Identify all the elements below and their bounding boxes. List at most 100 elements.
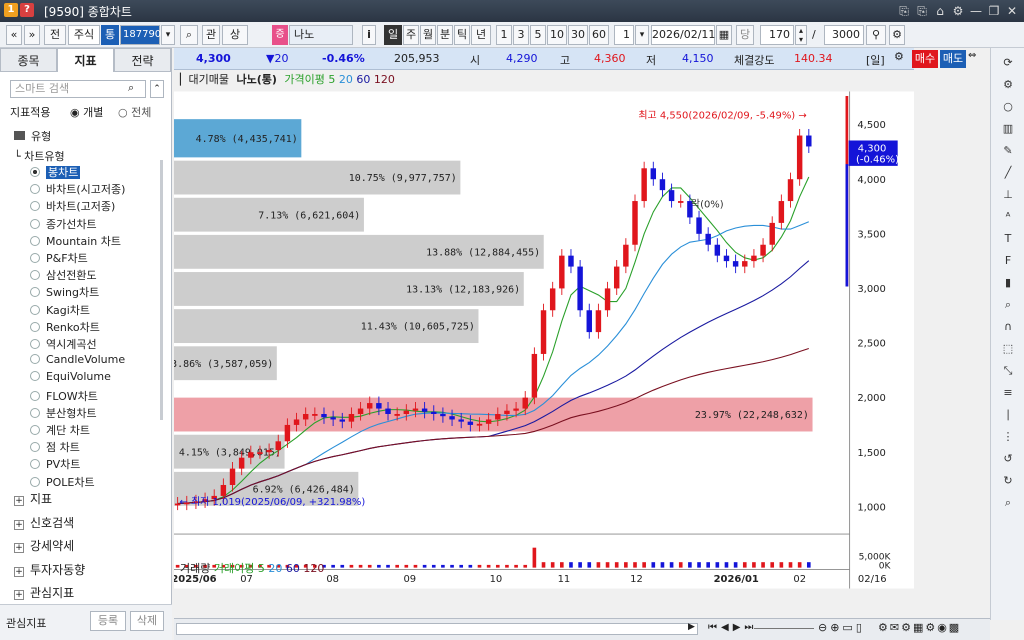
indicator-group-item[interactable]: + 강세약세 (14, 537, 74, 554)
chart-type-option[interactable]: 역시계곡선 (30, 336, 97, 352)
period-year[interactable]: 년 (471, 25, 491, 45)
grid-icon[interactable]: ⋮ (999, 428, 1017, 446)
tab-indicators[interactable]: 지표 (57, 48, 114, 72)
search-icon[interactable]: ⌕ (180, 25, 198, 45)
zoom-icon[interactable]: ⚲ (866, 25, 886, 45)
expand-icon[interactable]: ⇔ (968, 50, 976, 61)
calendar-icon[interactable]: ▦ (716, 25, 732, 45)
indicator-group-item[interactable]: + 관심지표 (14, 584, 74, 601)
chart-type-header[interactable]: └ 차트유형 (14, 148, 65, 164)
chart-type-option[interactable]: FLOW차트 (30, 388, 98, 404)
total-input[interactable]: 3000 (824, 25, 864, 45)
interval-10[interactable]: 10 (547, 25, 567, 45)
chart-type-option[interactable]: 분산형차트 (30, 405, 97, 421)
chart-type-option[interactable]: Kagi차트 (30, 302, 90, 318)
playback-controls[interactable]: ⏮◀▶⏭ (708, 622, 757, 633)
chart-type-option[interactable]: 삼선전환도 (30, 267, 97, 283)
stock-code-input[interactable]: 187790 (120, 25, 161, 45)
strip-settings-icon[interactable]: ⚙ (894, 50, 904, 63)
period-minute[interactable]: 분 (437, 25, 453, 45)
chart-type-option[interactable]: Mountain 차트 (30, 233, 121, 249)
interval-5[interactable]: 5 (530, 25, 546, 45)
list-scrollbar[interactable] (160, 160, 163, 420)
refresh-icon[interactable]: ⟳ (999, 54, 1017, 72)
chart-type-option[interactable]: Renko차트 (30, 319, 100, 335)
chart-type-option[interactable]: 계단 차트 (30, 422, 90, 438)
magnet-icon[interactable]: ∩ (999, 318, 1017, 336)
interval-3[interactable]: 3 (513, 25, 529, 45)
chart-icon[interactable]: ▥ (999, 120, 1017, 138)
select-icon[interactable]: ⬚ (999, 340, 1017, 358)
watch-button[interactable]: 관 (202, 25, 220, 45)
chart-type-option[interactable]: CandleVolume (30, 353, 125, 366)
related-button[interactable]: 상 (222, 25, 248, 45)
nav-prev-button[interactable]: « (6, 25, 22, 45)
integrated-toggle[interactable]: 통 (101, 25, 119, 45)
minimize-button[interactable]: — (968, 3, 984, 19)
info-icon[interactable]: i (362, 25, 376, 45)
smart-search-input[interactable]: 스마트 검색 (10, 80, 146, 98)
help-icon[interactable]: ? (20, 3, 34, 17)
buy-button[interactable]: 매수 (912, 50, 938, 68)
period-tick[interactable]: 틱 (454, 25, 470, 45)
chart-type-option[interactable]: 바차트(시고저종) (30, 181, 125, 197)
sell-button[interactable]: 매도 (940, 50, 966, 68)
text-icon[interactable]: T (999, 230, 1017, 248)
delete-button[interactable]: 삭제 (130, 611, 164, 631)
undo-icon[interactable]: ↺ (999, 450, 1017, 468)
nav-next-button[interactable]: » (24, 25, 40, 45)
circle-icon[interactable]: ○ (999, 98, 1017, 116)
apply-all-radio[interactable]: ○ 전체 (118, 104, 151, 120)
copy-icon[interactable]: ⎘ (914, 3, 930, 19)
count-input[interactable]: 170 (760, 25, 794, 45)
register-button[interactable]: 등록 (90, 611, 126, 631)
chart-type-option[interactable]: POLE차트 (30, 474, 95, 490)
chart-type-option[interactable]: 봉차트 (30, 164, 81, 180)
all-button[interactable]: 전 (44, 25, 66, 45)
candle-icon[interactable]: ▮ (999, 274, 1017, 292)
ruler-icon[interactable]: ⊥ (999, 186, 1017, 204)
close-button[interactable]: ✕ (1004, 3, 1020, 19)
settings-icon[interactable]: ⚙ (950, 3, 966, 19)
indicator-group-item[interactable]: + 지표 (14, 490, 52, 507)
zoom-icon[interactable]: ⌕ (999, 296, 1017, 314)
scroll-right-icon[interactable]: ▶ (688, 622, 695, 632)
period-day[interactable]: 일 (384, 25, 402, 45)
path-icon[interactable]: ⤡ (999, 362, 1017, 380)
period-icon[interactable]: ∣ (999, 406, 1017, 424)
toolbar-settings-icon[interactable]: ⚙ (889, 25, 905, 45)
period-week[interactable]: 주 (403, 25, 419, 45)
zoom-controls[interactable]: ⊖⊕▭▯ (818, 621, 865, 634)
indicator-group-item[interactable]: + 투자자동향 (14, 561, 85, 578)
chart-type-option[interactable]: 바차트(고저종) (30, 198, 115, 214)
search-icon[interactable]: ⌕ (999, 494, 1017, 512)
line-icon[interactable]: ╱ (999, 164, 1017, 182)
redo-icon[interactable]: ↻ (999, 472, 1017, 490)
chart-type-option[interactable]: P&F차트 (30, 250, 88, 266)
code-dropdown-icon[interactable]: ▾ (161, 25, 175, 45)
interval-input[interactable]: 1 (614, 25, 634, 45)
period-month[interactable]: 월 (420, 25, 436, 45)
date-input[interactable]: 2026/02/11 (651, 25, 715, 45)
current-day-button[interactable]: 당 (736, 25, 754, 45)
search-icon[interactable]: ⌕ (128, 81, 134, 95)
settings-icon[interactable]: ⚙ (999, 76, 1017, 94)
chart-type-option[interactable]: PV차트 (30, 456, 80, 472)
chart-type-option[interactable]: Swing차트 (30, 284, 99, 300)
indicator-group-item[interactable]: + 신호검색 (14, 514, 74, 531)
asset-type-select[interactable]: 주식 (68, 25, 100, 45)
pen-icon[interactable]: ✎ (999, 142, 1017, 160)
interval-dropdown-icon[interactable]: ▾ (635, 25, 649, 45)
type-section[interactable]: 유형 (14, 128, 51, 144)
apply-individual-radio[interactable]: ◉ 개별 (70, 104, 103, 120)
chart-tools[interactable]: ⚙✉⚙▦⚙◉▩ (878, 621, 961, 634)
interval-1[interactable]: 1 (496, 25, 512, 45)
chart-type-option[interactable]: 종가선차트 (30, 216, 97, 232)
count-stepper-icon[interactable]: ▴ ▾ (795, 25, 807, 45)
collapse-icon[interactable]: ⌃ (150, 80, 164, 98)
interval-60[interactable]: 60 (589, 25, 609, 45)
tab-strategy[interactable]: 전략 (114, 48, 171, 72)
link-icon[interactable]: ⎘ (896, 3, 912, 19)
zoom-slider[interactable] (754, 628, 814, 629)
interval-30[interactable]: 30 (568, 25, 588, 45)
